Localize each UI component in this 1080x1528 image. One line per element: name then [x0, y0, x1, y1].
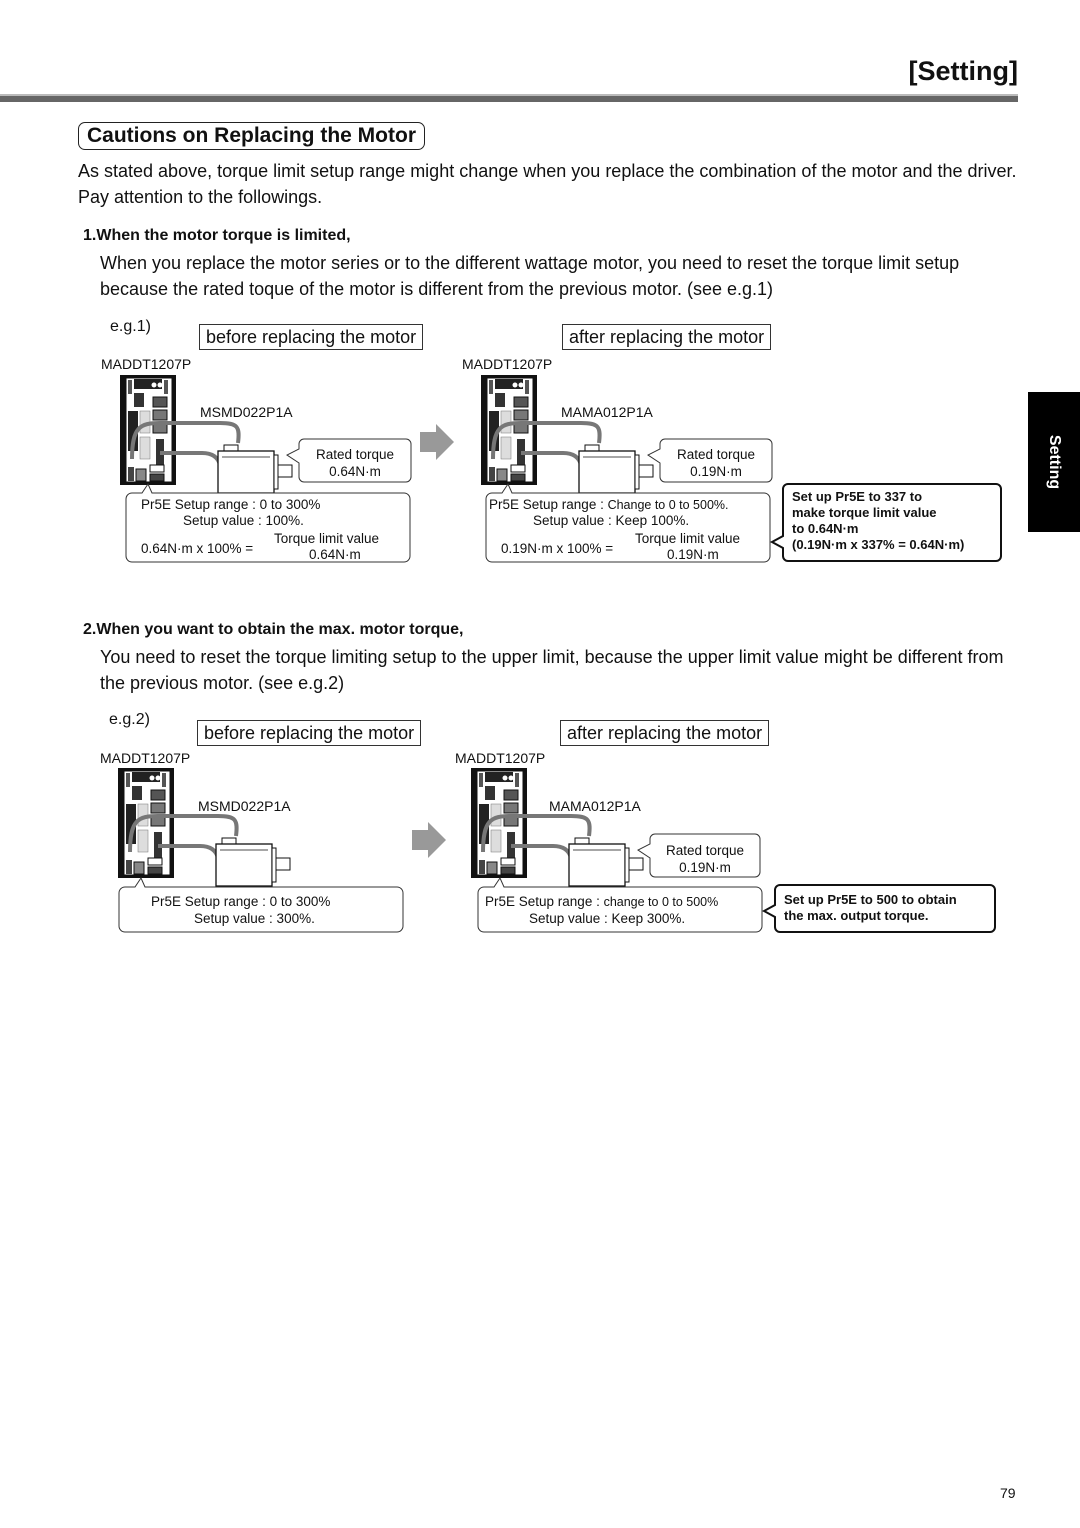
example2-before-param-line1: Pr5E Setup range : 0 to 300% — [151, 894, 331, 909]
example2-after-motor-model: MAMA012P1A — [549, 798, 641, 814]
example1-after-calc-bottom: 0.19N·m — [667, 547, 719, 562]
note-line: to 0.64N·m — [792, 521, 859, 536]
example1-after-calc-left: 0.19N·m x 100% = — [501, 541, 614, 556]
example1-before-caption: before replacing the motor — [199, 324, 424, 350]
note-line: the max. output torque. — [784, 908, 929, 923]
item2-heading: 2.When you want to obtain the max. motor… — [83, 621, 464, 638]
example1-before-calc-left: 0.64N·m x 100% = — [141, 541, 254, 556]
param-range-label: Pr5E Setup range : — [485, 894, 604, 909]
example2-after-param-line1: Pr5E Setup range : change to 0 to 500% — [485, 894, 718, 909]
rated-torque-value: 0.64N·m — [329, 464, 381, 479]
rated-torque-label: Rated torque — [665, 843, 745, 858]
rated-torque-value: 0.19N·m — [679, 860, 731, 875]
param-range-value: change to 0 to 500% — [603, 895, 719, 909]
example1-after-driver-model: MADDT1207P — [462, 356, 553, 372]
example1-before-driver-motor-illustration — [118, 373, 294, 495]
example1-after-param-line2: Setup value : Keep 100%. — [533, 513, 690, 528]
page-number: 79 — [1000, 1485, 1016, 1501]
example1-after-rated-torque: Rated torque 0.19N·m — [661, 446, 771, 480]
item1-body: When you replace the motor series or to … — [100, 253, 960, 299]
rated-torque-label: Rated torque — [315, 447, 395, 462]
example1-after-caption: after replacing the motor — [562, 324, 772, 350]
example1-before-param-line2: Setup value : 100%. — [183, 513, 304, 528]
example2-after-caption: after replacing the motor — [560, 720, 770, 746]
example1-before-param-line1: Pr5E Setup range : 0 to 300% — [141, 497, 321, 512]
note-line: make torque limit value — [792, 505, 937, 520]
side-tab-label: Setting — [1046, 434, 1063, 490]
param-range-value: Change to 0 to 500%. — [607, 498, 729, 512]
intro-paragraph: As stated above, torque limit setup rang… — [78, 161, 1017, 207]
example1-before-rated-torque: Rated torque 0.64N·m — [300, 446, 410, 480]
item2-body: You need to reset the torque limiting se… — [100, 647, 1004, 693]
example2-before-param-line2: Setup value : 300%. — [194, 911, 315, 926]
side-tab-setting[interactable]: Setting — [1028, 392, 1080, 532]
example2-note: Set up Pr5E to 500 to obtain the max. ou… — [784, 892, 957, 924]
example1-after-driver-motor-illustration — [479, 373, 655, 495]
example1-after-calc-top: Torque limit value — [635, 531, 741, 546]
arrow-right-icon — [412, 822, 446, 858]
example1-before-calc-bottom: 0.64N·m — [309, 547, 361, 562]
example2-after-driver-motor-illustration — [469, 766, 645, 888]
page-header-title: [Setting] — [908, 56, 1018, 86]
example1-note: Set up Pr5E to 337 to make torque limit … — [792, 489, 964, 553]
section-title: Cautions on Replacing the Motor — [78, 122, 425, 150]
note-line: Set up Pr5E to 337 to — [792, 489, 923, 504]
param-range-label: Pr5E Setup range : — [489, 497, 608, 512]
note-line: (0.19N·m x 337% = 0.64N·m) — [792, 537, 965, 552]
note-line: Set up Pr5E to 500 to obtain — [784, 892, 957, 907]
example2-label: e.g.2) — [109, 711, 150, 728]
rated-torque-label: Rated torque — [676, 447, 756, 462]
arrow-right-icon — [420, 424, 454, 460]
example1-after-param-line1: Pr5E Setup range : Change to 0 to 500%. — [489, 497, 729, 512]
header-rule — [0, 94, 1018, 102]
example2-before-motor-model: MSMD022P1A — [198, 798, 291, 814]
example1-before-motor-model: MSMD022P1A — [200, 404, 293, 420]
example1-label: e.g.1) — [110, 318, 151, 335]
example2-before-driver-model: MADDT1207P — [100, 750, 191, 766]
example1-after-motor-model: MAMA012P1A — [561, 404, 653, 420]
example1-before-calc-top: Torque limit value — [274, 531, 380, 546]
example2-after-rated-torque: Rated torque 0.19N·m — [650, 842, 760, 876]
example2-after-driver-model: MADDT1207P — [455, 750, 546, 766]
example2-after-param-line2: Setup value : Keep 300%. — [529, 911, 686, 926]
rated-torque-value: 0.19N·m — [690, 464, 742, 479]
example2-before-driver-motor-illustration — [116, 766, 292, 888]
example1-before-driver-model: MADDT1207P — [101, 356, 192, 372]
example2-before-caption: before replacing the motor — [197, 720, 422, 746]
item1-heading: 1.When the motor torque is limited, — [83, 227, 351, 244]
